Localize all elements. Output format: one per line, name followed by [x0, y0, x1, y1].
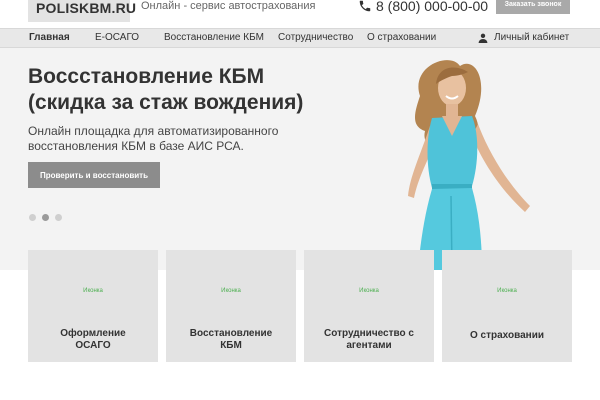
- card-osago[interactable]: Иконка Оформление ОСАГО: [28, 250, 158, 362]
- phone-text: 8 (800) 000-00-00: [376, 0, 489, 14]
- top-header: POLISKBM.RU Онлайн - сервис автострахова…: [0, 0, 600, 28]
- nav-item-e-osago[interactable]: Е-ОСАГО: [95, 32, 139, 43]
- slider-dot-1[interactable]: [29, 214, 36, 221]
- nav-item-home[interactable]: Главная: [29, 32, 70, 43]
- placeholder-icon: Иконка: [497, 288, 517, 294]
- check-and-restore-button[interactable]: Проверить и восстановить: [28, 162, 160, 188]
- main-nav: Главная Е-ОСАГО Восстановление КБМ Сотру…: [0, 28, 600, 48]
- card-label: Оформление ОСАГО: [60, 328, 126, 351]
- nav-item-partnership[interactable]: Сотрудничество: [278, 32, 353, 43]
- phone-number[interactable]: 8 (800) 000-00-00: [358, 0, 488, 14]
- hero-subtitle: Онлайн площадка для автоматизированного …: [28, 124, 279, 153]
- card-label: Восстановление КБМ: [189, 328, 273, 351]
- hero-photo: [408, 60, 530, 270]
- hero-title: Воссстановление КБМ (скидка за стаж вожд…: [28, 65, 304, 114]
- card-kbm[interactable]: Иконка Восстановление КБМ: [166, 250, 296, 362]
- site-slogan: Онлайн - сервис автострахования: [141, 0, 316, 12]
- personal-cabinet-link[interactable]: Личный кабинет: [478, 32, 569, 43]
- personal-cabinet-label: Личный кабинет: [494, 32, 570, 43]
- placeholder-icon: Иконка: [221, 288, 241, 294]
- nav-item-kbm-restore[interactable]: Восстановление КБМ: [164, 32, 264, 43]
- nav-item-about-insurance[interactable]: О страховании: [367, 32, 436, 43]
- phone-icon: [359, 0, 371, 12]
- user-icon: [478, 33, 488, 43]
- callback-button[interactable]: Заказать звонок: [496, 0, 570, 14]
- card-insurance[interactable]: Иконка О страховании: [442, 250, 572, 362]
- hero-banner: Воссстановление КБМ (скидка за стаж вожд…: [0, 48, 600, 270]
- services-cards: Иконка Оформление ОСАГО Иконка Восстанов…: [0, 250, 600, 362]
- placeholder-icon: Иконка: [83, 288, 103, 294]
- site-logo[interactable]: POLISKBM.RU: [28, 0, 136, 22]
- slider-dot-3[interactable]: [55, 214, 62, 221]
- card-agents[interactable]: Иконка Сотрудничество с агентами: [304, 250, 434, 362]
- slider-dots: [29, 214, 62, 221]
- card-label: Сотрудничество с агентами: [324, 328, 414, 351]
- placeholder-icon: Иконка: [359, 288, 379, 294]
- slider-dot-2[interactable]: [42, 214, 49, 221]
- card-label: О страховании: [469, 330, 545, 341]
